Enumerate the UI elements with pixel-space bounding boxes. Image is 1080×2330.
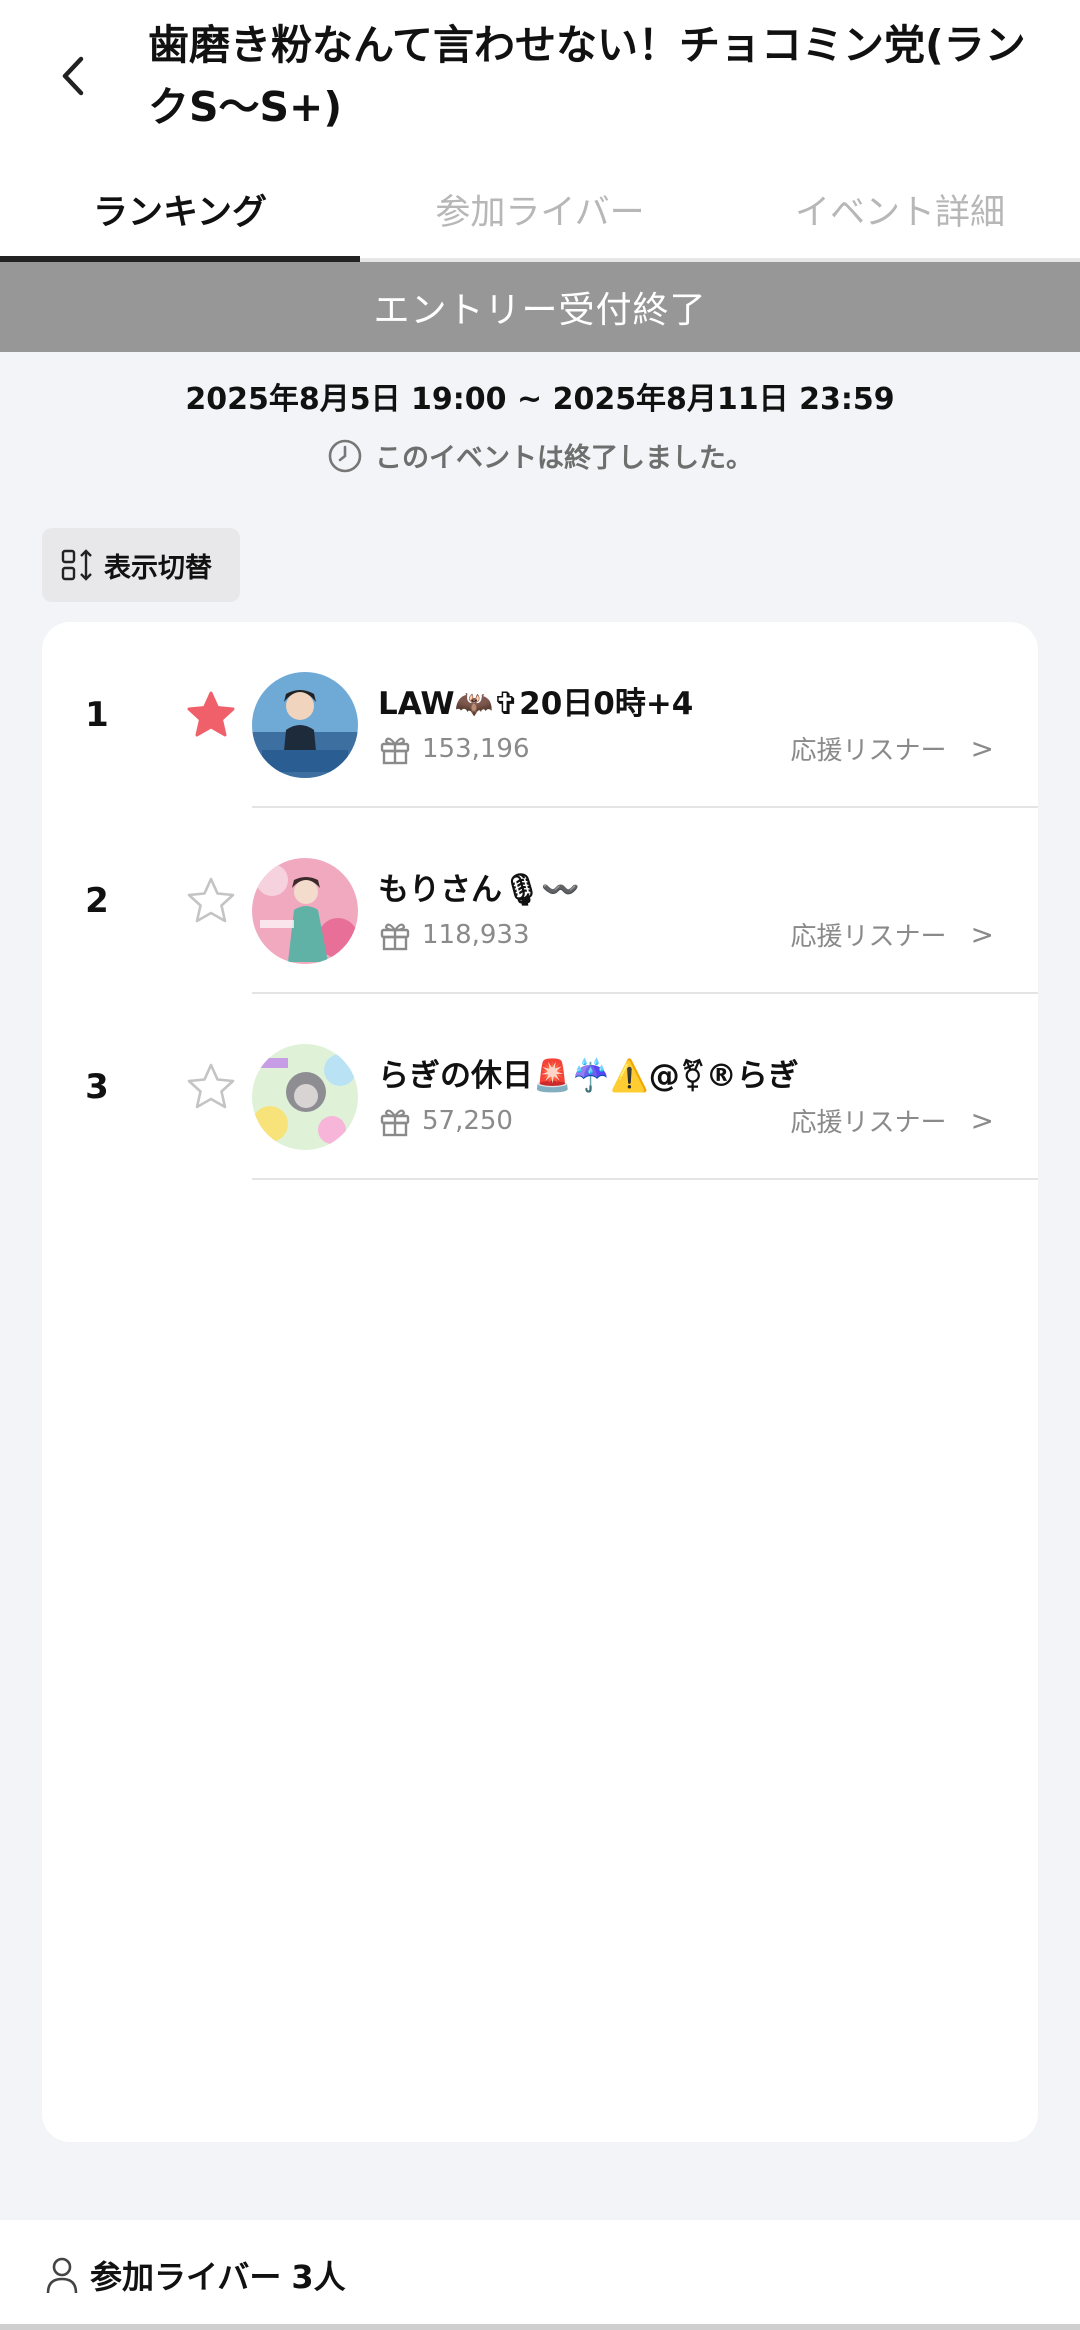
bottom-bar [0, 2324, 1080, 2330]
sort-toggle-icon [61, 549, 92, 581]
score-value: 57,250 [422, 1106, 513, 1136]
person-icon [46, 2257, 78, 2294]
avatar[interactable] [252, 1044, 358, 1150]
supporters-label: 応援リスナー [790, 736, 947, 766]
gift-icon [380, 923, 410, 951]
avatar[interactable] [252, 672, 358, 778]
participants-count: 3人 [291, 2258, 346, 2296]
score-value: 118,933 [422, 920, 530, 950]
display-toggle-label: 表示切替 [104, 552, 212, 584]
participants-footer[interactable]: 参加ライバー 3人 [0, 2220, 1080, 2330]
liver-name: LAW🦇✞20日0時+4 [378, 686, 694, 722]
rank-number: 2 [85, 881, 109, 921]
ranking-card: 1 LAW🦇✞20日0時+4 153,196 応援リスナー > 2 もりさん🎙〰… [42, 622, 1038, 2142]
chevron-right-icon: > [970, 1104, 994, 1137]
ranking-row[interactable]: 2 もりさん🎙〰️ 118,933 応援リスナー > [42, 808, 1038, 994]
star-outline-icon[interactable] [184, 874, 238, 928]
tab-ranking[interactable]: ランキング [0, 160, 360, 262]
event-period: 2025年8月5日 19:00 ~ 2025年8月11日 23:59 [185, 382, 895, 417]
gift-score: 118,933 [378, 918, 530, 952]
chevron-left-icon [62, 56, 84, 96]
supporters-label: 応援リスナー [790, 1108, 947, 1138]
chevron-right-icon: > [970, 732, 994, 765]
supporters-link[interactable]: 応援リスナー > [791, 730, 994, 767]
chevron-right-icon: > [970, 918, 994, 951]
clock-icon [328, 439, 362, 472]
star-outline-icon[interactable] [184, 1060, 238, 1114]
divider [252, 1178, 1038, 1180]
star-filled-icon[interactable] [184, 688, 238, 742]
score-value: 153,196 [422, 734, 530, 764]
gift-icon [380, 737, 410, 765]
entry-closed-banner: エントリー受付終了 [0, 262, 1080, 352]
page-title: 歯磨き粉なんて言わせない！チョコミン党(ランクS〜S+) [148, 21, 1026, 131]
supporters-link[interactable]: 応援リスナー > [791, 916, 994, 953]
rank-number: 1 [85, 695, 109, 735]
avatar[interactable] [252, 858, 358, 964]
tab-bar: ランキング 参加ライバー イベント詳細 [0, 160, 1080, 262]
ranking-row[interactable]: 1 LAW🦇✞20日0時+4 153,196 応援リスナー > [42, 622, 1038, 808]
back-button[interactable] [48, 50, 100, 102]
gift-score: 153,196 [378, 732, 530, 766]
event-status: このイベントは終了しました。 [0, 436, 1080, 475]
gift-score: 57,250 [378, 1104, 513, 1138]
supporters-label: 応援リスナー [790, 922, 947, 952]
liver-name: らぎの休日🚨☔️⚠️@⚧®らぎ [378, 1058, 799, 1094]
app-header: 歯磨き粉なんて言わせない！チョコミン党(ランクS〜S+) [0, 0, 1080, 160]
supporters-link[interactable]: 応援リスナー > [791, 1102, 994, 1139]
rank-number: 3 [85, 1067, 109, 1107]
tab-participants[interactable]: 参加ライバー [360, 160, 720, 258]
tab-event-details[interactable]: イベント詳細 [720, 160, 1080, 258]
liver-name: もりさん🎙〰️ [378, 872, 580, 908]
event-status-text: このイベントは終了しました。 [375, 443, 753, 474]
participants-label: 参加ライバー [90, 2258, 282, 2296]
ranking-row[interactable]: 3 らぎの休日🚨☔️⚠️@⚧®らぎ 57,250 応援リスナー > [42, 994, 1038, 1180]
gift-icon [380, 1109, 410, 1137]
display-toggle-button[interactable]: 表示切替 [42, 528, 240, 602]
